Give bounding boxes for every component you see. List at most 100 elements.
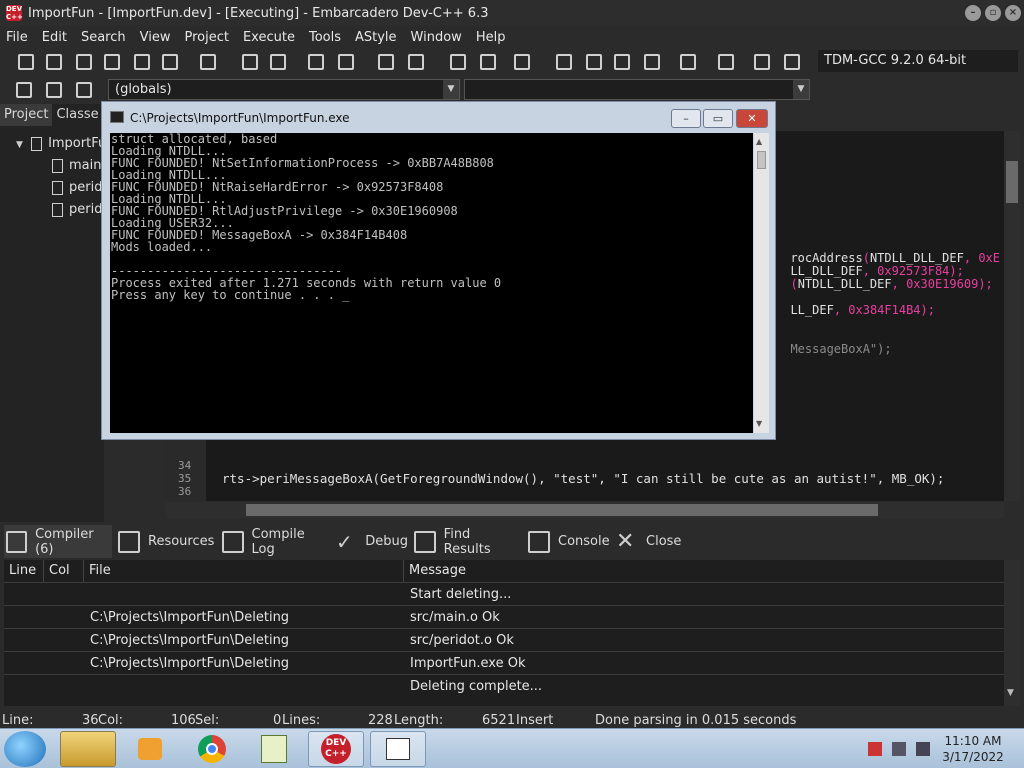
tab-debug[interactable]: ✓ Debug — [336, 525, 408, 558]
check-syntax-icon[interactable] — [676, 51, 700, 73]
scroll-up-icon[interactable]: ▲ — [756, 137, 762, 146]
menu-window[interactable]: Window — [411, 30, 462, 45]
add-to-project-icon[interactable] — [446, 51, 470, 73]
media-player-icon[interactable] — [122, 731, 178, 767]
table-row-message[interactable]: ImportFun.exe Ok — [404, 652, 525, 675]
compile-icon[interactable] — [552, 51, 576, 73]
menu-file[interactable]: File — [6, 30, 28, 45]
tab-close[interactable]: ✕ Close — [616, 525, 686, 558]
console-minimize-button[interactable]: – — [671, 109, 701, 128]
editor-horizontal-scrollbar[interactable] — [166, 502, 1004, 518]
console-window[interactable]: C:\Projects\ImportFun\ImportFun.exe – ▭ … — [101, 101, 776, 440]
file-icon — [52, 202, 63, 217]
stop-icon[interactable] — [714, 51, 738, 73]
undo-icon[interactable] — [374, 51, 398, 73]
tab-project[interactable]: Project — [0, 104, 53, 126]
console-taskbar-button[interactable] — [370, 731, 426, 767]
minimize-button[interactable]: – — [965, 5, 981, 21]
tab-compiler[interactable]: Compiler (6) — [4, 525, 112, 558]
console-maximize-button[interactable]: ▭ — [703, 109, 733, 128]
devcpp-taskbar-button[interactable]: DEV C++ — [308, 731, 364, 767]
menu-project[interactable]: Project — [184, 30, 228, 45]
column-header-file[interactable]: File — [84, 560, 404, 582]
console-output[interactable]: struct allocated, based Loading NTDLL...… — [110, 133, 753, 433]
table-row-message[interactable]: Start deleting... — [404, 583, 511, 606]
tree-item-peridot-2[interactable]: perid — [52, 202, 102, 217]
close-all-icon[interactable] — [158, 51, 182, 73]
chevron-down-icon[interactable]: ▼ — [793, 80, 809, 99]
messages-vertical-scrollbar[interactable]: ▼ — [1004, 560, 1020, 706]
profile-icon[interactable] — [750, 51, 774, 73]
table-row-file[interactable]: C:\Projects\ImportFun\Deleting — [84, 652, 289, 675]
compile-run-icon[interactable] — [610, 51, 634, 73]
find-icon[interactable] — [238, 51, 262, 73]
clock-time: 11:10 AM — [944, 734, 1002, 748]
open-folder-icon[interactable] — [42, 51, 66, 73]
save-icon[interactable] — [72, 51, 96, 73]
expand-arrow-icon[interactable]: ▼ — [16, 140, 23, 150]
tree-item-peridot-1[interactable]: perid — [52, 180, 102, 195]
replace-icon[interactable] — [266, 51, 290, 73]
indent-icon[interactable] — [304, 51, 328, 73]
tree-root[interactable]: ▼ ImportFu — [16, 136, 106, 151]
run-icon[interactable] — [582, 51, 606, 73]
function-select[interactable]: ▼ — [464, 79, 810, 100]
table-row-file[interactable]: C:\Projects\ImportFun\Deleting — [84, 606, 289, 629]
explorer-icon[interactable] — [60, 731, 116, 767]
editor-vertical-scrollbar[interactable] — [1004, 131, 1020, 501]
scrollbar-thumb[interactable] — [1006, 161, 1018, 203]
rebuild-icon[interactable] — [640, 51, 664, 73]
menu-edit[interactable]: Edit — [42, 30, 67, 45]
chrome-icon[interactable] — [184, 731, 240, 767]
menu-execute[interactable]: Execute — [243, 30, 295, 45]
new-file-icon[interactable] — [14, 51, 38, 73]
redo-icon[interactable] — [404, 51, 428, 73]
remove-from-project-icon[interactable] — [476, 51, 500, 73]
maximize-button[interactable]: ▫ — [985, 5, 1001, 21]
menu-search[interactable]: Search — [81, 30, 126, 45]
unindent-icon[interactable] — [334, 51, 358, 73]
table-row-message[interactable]: Deleting complete... — [404, 675, 542, 698]
table-row-message[interactable]: src/peridot.o Ok — [404, 629, 514, 652]
save-all-icon[interactable] — [100, 51, 124, 73]
chevron-down-icon[interactable]: ▼ — [443, 80, 459, 99]
tab-classes[interactable]: Classe — [52, 104, 102, 126]
table-row-message[interactable]: src/main.o Ok — [404, 606, 500, 629]
scope-select[interactable]: (globals) ▼ — [108, 79, 460, 100]
column-header-col[interactable]: Col — [44, 560, 84, 582]
bookmark-icon[interactable] — [42, 79, 66, 101]
menu-tools[interactable]: Tools — [309, 30, 341, 45]
column-header-message[interactable]: Message — [404, 560, 1004, 582]
network-icon[interactable] — [892, 742, 906, 756]
tab-find-results[interactable]: Find Results — [414, 525, 520, 558]
tab-compile-log[interactable]: Compile Log — [222, 525, 330, 558]
menu-astyle[interactable]: AStyle — [355, 30, 397, 45]
menu-view[interactable]: View — [140, 30, 171, 45]
console-close-button[interactable]: ✕ — [736, 109, 768, 128]
goto-bookmark-icon[interactable] — [72, 79, 96, 101]
scrollbar-thumb[interactable] — [246, 504, 878, 516]
delete-profile-icon[interactable] — [780, 51, 804, 73]
scroll-down-icon[interactable]: ▼ — [1007, 688, 1014, 698]
window-title: ImportFun - [ImportFun.dev] - [Executing… — [28, 5, 489, 21]
scrollbar-thumb[interactable] — [757, 151, 766, 169]
print-icon[interactable] — [196, 51, 220, 73]
project-options-icon[interactable] — [510, 51, 534, 73]
scroll-down-icon[interactable]: ▼ — [756, 419, 762, 428]
tray-alert-icon[interactable] — [868, 742, 882, 756]
console-scrollbar[interactable]: ▲ ▼ — [754, 133, 769, 433]
notepad-icon[interactable] — [246, 731, 302, 767]
goto-line-icon[interactable] — [12, 79, 36, 101]
compiler-select[interactable]: TDM-GCC 9.2.0 64-bit Release — [818, 50, 1018, 90]
table-row-file[interactable]: C:\Projects\ImportFun\Deleting — [84, 629, 289, 652]
column-header-line[interactable]: Line — [4, 560, 44, 582]
start-button[interactable] — [4, 731, 46, 767]
menu-help[interactable]: Help — [476, 30, 506, 45]
system-clock[interactable]: 11:10 AM 3/17/2022 — [938, 733, 1008, 765]
tab-resources[interactable]: Resources — [118, 525, 216, 558]
close-button[interactable]: × — [1005, 5, 1021, 21]
tab-console[interactable]: Console — [528, 525, 610, 558]
tree-item-main[interactable]: main — [52, 158, 101, 173]
close-file-icon[interactable] — [130, 51, 154, 73]
volume-icon[interactable] — [916, 742, 930, 756]
